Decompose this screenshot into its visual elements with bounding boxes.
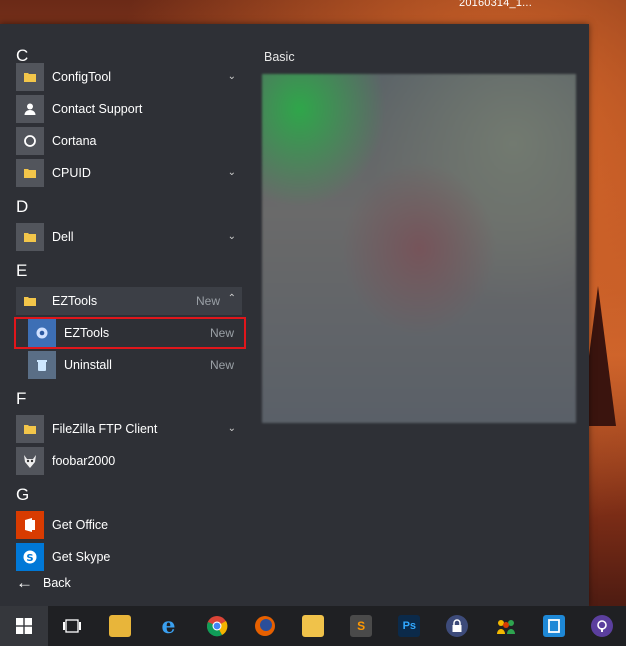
- app-label: Get Skype: [52, 550, 111, 564]
- app-item-cpuid[interactable]: CPUID ⌄: [16, 159, 242, 187]
- folder-icon: [16, 415, 44, 443]
- app-item-filezilla[interactable]: FileZilla FTP Client ⌄: [16, 415, 242, 443]
- svg-text:S: S: [26, 553, 33, 564]
- desktop-icon-label[interactable]: 20160314_1...: [459, 0, 532, 9]
- tile-area-blurred: [262, 74, 576, 423]
- taskbar-app-purple[interactable]: [578, 606, 626, 646]
- chevron-up-icon[interactable]: ⌃: [228, 293, 236, 304]
- selection-highlight: [14, 317, 246, 349]
- new-badge: New: [209, 358, 234, 372]
- taskbar-photoshop[interactable]: Ps: [385, 606, 433, 646]
- firefox-icon: [254, 616, 275, 636]
- taskbar-chrome[interactable]: [193, 606, 241, 646]
- taskbar-keepass[interactable]: [433, 606, 481, 646]
- letter-header-d[interactable]: D: [16, 197, 28, 217]
- task-view-button[interactable]: [48, 606, 96, 646]
- folder-icon: [16, 63, 44, 91]
- bracket-app-icon: [542, 615, 565, 637]
- chevron-down-icon[interactable]: ⌄: [228, 231, 236, 242]
- app-label: CPUID: [52, 166, 91, 180]
- app-list: C ConfigTool ⌄ Contact Support Cortana C…: [0, 24, 248, 606]
- app-item-get-skype[interactable]: S Get Skype: [16, 543, 242, 571]
- chevron-down-icon[interactable]: ⌄: [228, 423, 236, 434]
- back-button[interactable]: ← Back: [16, 573, 71, 592]
- app-item-dell[interactable]: Dell ⌄: [16, 223, 242, 251]
- chevron-down-icon[interactable]: ⌄: [228, 167, 236, 178]
- lock-icon: [446, 615, 469, 637]
- cortana-circle-icon: [16, 127, 44, 155]
- letter-header-e[interactable]: E: [16, 261, 27, 281]
- app-label: Get Office: [52, 518, 109, 532]
- app-folder-eztools[interactable]: EZTools New ⌃: [16, 287, 242, 315]
- skype-icon: S: [16, 543, 44, 571]
- folder-icon: [16, 159, 44, 187]
- app-item-get-office[interactable]: Get Office: [16, 511, 242, 539]
- sublime-text-icon: S: [350, 615, 373, 637]
- windows-logo-icon: [16, 618, 33, 634]
- chevron-down-icon[interactable]: ⌄: [228, 71, 236, 82]
- app-label: Uninstall: [64, 358, 112, 372]
- app-label: foobar2000: [52, 454, 116, 468]
- tile-group-title[interactable]: Basic: [264, 50, 295, 64]
- purple-app-icon: [590, 615, 613, 637]
- app-item-contact-support[interactable]: Contact Support: [16, 95, 242, 123]
- taskbar-file-explorer[interactable]: [96, 606, 144, 646]
- taskbar: e S Ps: [0, 606, 626, 646]
- app-label: FileZilla FTP Client: [52, 422, 158, 436]
- back-arrow-icon: ←: [16, 573, 33, 592]
- taskbar-firefox[interactable]: [241, 606, 289, 646]
- app-item-foobar2000[interactable]: foobar2000: [16, 447, 242, 475]
- app-item-cortana[interactable]: Cortana: [16, 127, 242, 155]
- folder-icon: [16, 287, 44, 315]
- photoshop-icon: Ps: [398, 615, 421, 637]
- recycle-icon: [28, 351, 56, 379]
- app-item-uninstall[interactable]: Uninstall New: [28, 351, 242, 379]
- letter-header-f[interactable]: F: [16, 389, 26, 409]
- start-menu: C ConfigTool ⌄ Contact Support Cortana C…: [0, 24, 589, 606]
- foobar-icon: [16, 447, 44, 475]
- person-icon: [16, 95, 44, 123]
- app-label: Dell: [52, 230, 74, 244]
- folder-icon: [16, 223, 44, 251]
- taskbar-sublime[interactable]: S: [337, 606, 385, 646]
- app-item-configtool[interactable]: ConfigTool ⌄: [16, 63, 242, 91]
- app-label: Contact Support: [52, 102, 143, 116]
- taskbar-app-blue[interactable]: [530, 606, 578, 646]
- start-button[interactable]: [0, 606, 49, 646]
- mail-icon: [302, 615, 325, 637]
- internet-explorer-icon: e: [161, 613, 176, 639]
- taskbar-people[interactable]: [482, 606, 530, 646]
- taskbar-internet-explorer[interactable]: e: [144, 606, 192, 646]
- chrome-icon: [206, 616, 228, 637]
- app-label: Cortana: [52, 134, 97, 148]
- app-label: EZTools: [52, 294, 98, 308]
- back-label: Back: [43, 576, 71, 590]
- letter-header-g[interactable]: G: [16, 485, 29, 505]
- taskbar-mail[interactable]: [289, 606, 337, 646]
- file-explorer-icon: [109, 615, 132, 637]
- app-label: ConfigTool: [52, 70, 112, 84]
- task-view-icon: [63, 619, 82, 633]
- people-icon: [496, 620, 515, 634]
- new-badge: New: [195, 294, 220, 308]
- office-icon: [16, 511, 44, 539]
